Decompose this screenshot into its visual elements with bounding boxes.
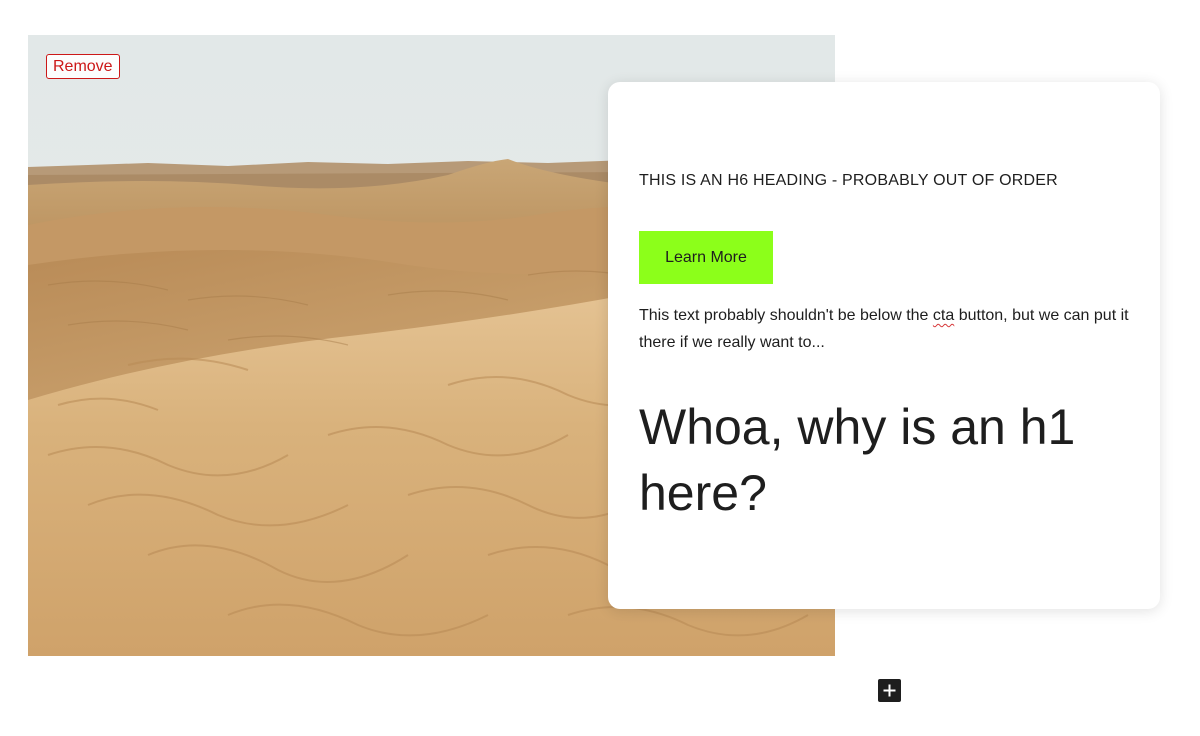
remove-button[interactable]: Remove — [46, 54, 120, 79]
add-block-button[interactable] — [878, 679, 901, 702]
misspelled-word: cta — [932, 307, 955, 324]
learn-more-button[interactable]: Learn More — [639, 231, 773, 284]
content-card: This is an h6 heading - probably out of … — [608, 82, 1160, 609]
card-h6-heading[interactable]: This is an h6 heading - probably out of … — [639, 172, 1058, 190]
paragraph-text-start: This text probably shouldn't be below th… — [639, 307, 933, 324]
card-paragraph[interactable]: This text probably shouldn't be below th… — [639, 302, 1139, 356]
plus-icon — [883, 684, 896, 697]
editor-canvas: Remove This is an h6 heading - probably … — [0, 0, 1200, 736]
card-h1-heading[interactable]: Whoa, why is an h1 here? — [639, 394, 1139, 526]
